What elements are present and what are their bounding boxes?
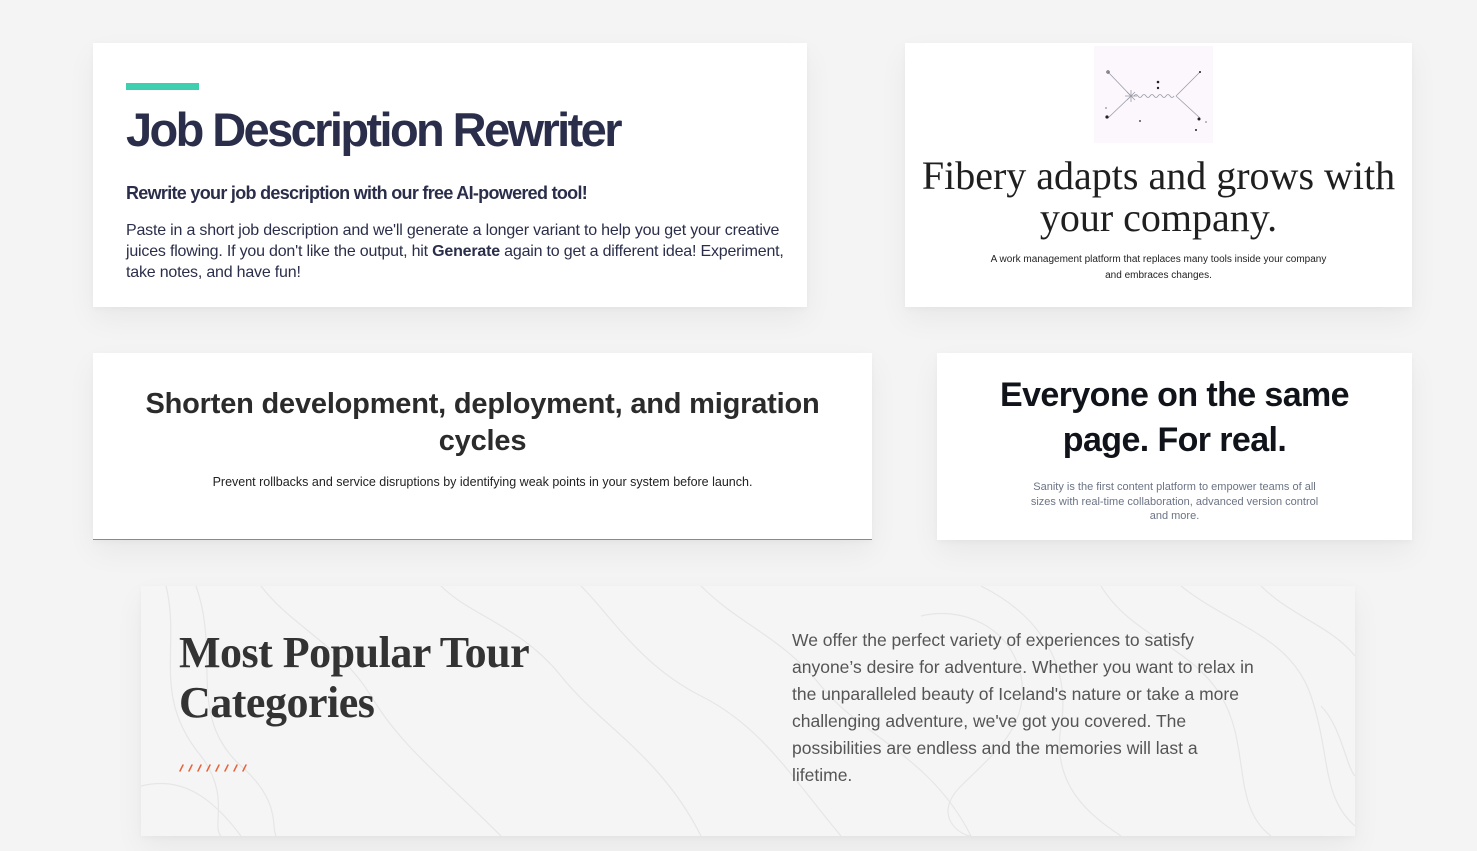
tours-description: We offer the perfect variety of experien… (792, 630, 1254, 785)
particle-diagram-icon (1094, 46, 1213, 143)
fibery-description: A work management platform that replaces… (990, 254, 1327, 281)
fibery-title: Fibery adapts and grows with your compan… (921, 153, 1396, 240)
shorten-cycles-card: Shorten development, deployment, and mig… (93, 353, 872, 540)
page-title: Job Description Rewriter (126, 103, 622, 156)
tour-categories-card: Most Popular Tour Categories We offer th… (141, 586, 1355, 836)
sanity-description: Sanity is the first content platform to … (1030, 481, 1319, 522)
subtitle: Rewrite your job description with our fr… (126, 183, 588, 203)
job-description-rewriter-card: Job Description Rewriter Rewrite your jo… (93, 43, 807, 307)
shorten-title: Shorten development, deployment, and mig… (145, 388, 820, 457)
dashed-divider-icon (179, 764, 247, 772)
sanity-title: Everyone on the same page. For real. (1000, 376, 1350, 459)
description: Paste in a short job description and we'… (126, 220, 798, 283)
shorten-description: Prevent rollbacks and service disruption… (212, 475, 753, 489)
generate-keyword: Generate (432, 243, 500, 260)
tours-title: Most Popular Tour Categories (179, 628, 529, 727)
accent-bar (126, 83, 199, 90)
sanity-card: Everyone on the same page. For real. San… (937, 353, 1412, 540)
fibery-card: Fibery adapts and grows with your compan… (905, 43, 1412, 307)
